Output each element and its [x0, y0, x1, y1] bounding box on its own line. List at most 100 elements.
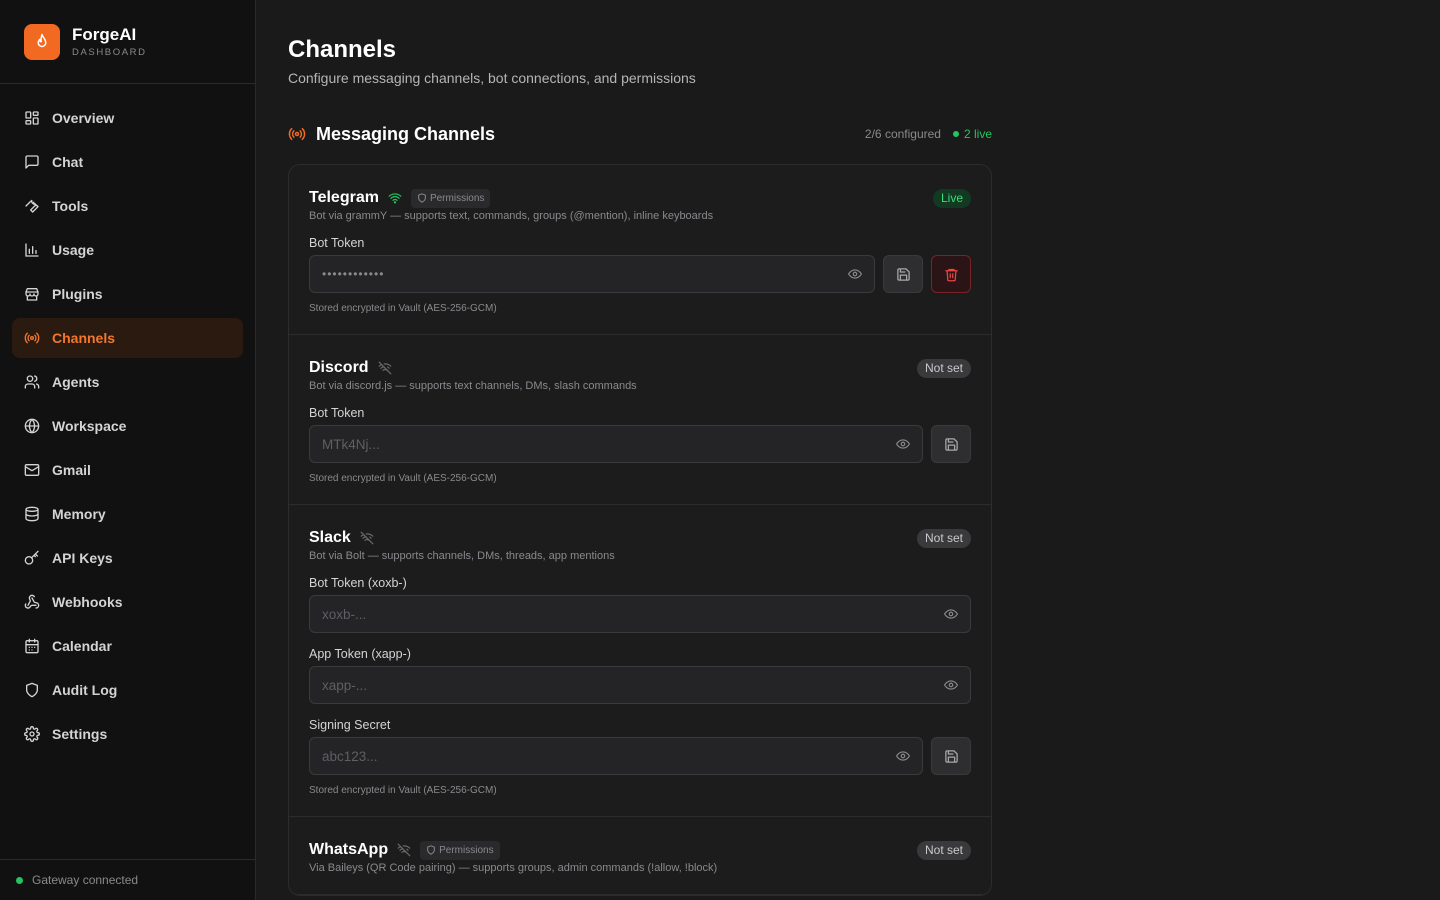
sidebar-item-settings[interactable]: Settings [12, 714, 243, 754]
sidebar-item-label: Workspace [52, 418, 127, 434]
save-icon [944, 437, 958, 451]
save-icon [896, 267, 910, 281]
sidebar-item-label: Tools [52, 198, 89, 214]
channel-telegram: Telegram Permissions Live Bot via grammY… [289, 165, 991, 335]
sidebar-item-plugins[interactable]: Plugins [12, 274, 243, 314]
status-badge: Not set [916, 358, 971, 378]
sidebar-item-label: Settings [52, 726, 108, 742]
token-placeholder: MTk4Nj... [322, 436, 380, 452]
channel-description: Bot via grammY — supports text, commands… [309, 210, 714, 222]
telegram-bot-token-input[interactable]: •••••••••••• [309, 255, 875, 293]
status-badge: Live [932, 188, 971, 208]
sidebar-item-label: Memory [52, 506, 106, 522]
sidebar-item-gmail[interactable]: Gmail [12, 450, 243, 490]
gateway-status-text: Gateway connected [32, 873, 139, 887]
sidebar-item-label: Usage [52, 242, 95, 258]
sidebar-item-workspace[interactable]: Workspace [12, 406, 243, 446]
mail-icon [24, 464, 40, 476]
sidebar-item-label: API Keys [52, 550, 113, 566]
sidebar-item-label: Plugins [52, 286, 103, 302]
live-count-text: 2 live [963, 127, 992, 141]
sidebar-item-label: Audit Log [52, 682, 118, 698]
page-subtitle: Configure messaging channels, bot connec… [288, 70, 696, 86]
sidebar-item-agents[interactable]: Agents [12, 362, 243, 402]
users-icon [24, 375, 40, 389]
live-count: 2 live [952, 127, 992, 141]
section-meta: 2/6 configured 2 live [865, 127, 992, 141]
wifi-off-icon [378, 361, 391, 375]
chat-icon [25, 155, 39, 169]
storage-note: Stored encrypted in Vault (AES-256-GCM) [309, 785, 497, 796]
channel-description: Bot via Bolt — supports channels, DMs, t… [309, 550, 615, 562]
grid-icon [25, 111, 39, 125]
brand: ForgeAI DASHBOARD [0, 0, 255, 84]
save-button[interactable] [931, 737, 971, 775]
storage-note: Stored encrypted in Vault (AES-256-GCM) [309, 473, 497, 484]
main-content: Channels Configure messaging channels, b… [256, 0, 1440, 900]
sidebar-item-label: Agents [52, 374, 100, 390]
eye-icon[interactable] [896, 749, 910, 763]
sidebar-item-chat[interactable]: Chat [12, 142, 243, 182]
shield-icon [418, 193, 426, 203]
sidebar-item-memory[interactable]: Memory [12, 494, 243, 534]
sidebar-item-tools[interactable]: Tools [12, 186, 243, 226]
section-title: Messaging Channels [316, 123, 496, 144]
save-button[interactable] [883, 255, 923, 293]
sidebar-item-label: Gmail [52, 462, 91, 478]
token-placeholder: xoxb-... [322, 606, 367, 622]
channel-name: Discord [309, 359, 369, 376]
bar-chart-icon [25, 243, 39, 257]
calendar-icon [25, 638, 39, 654]
eye-icon[interactable] [848, 267, 862, 281]
slack-bot-token-input[interactable]: xoxb-... [309, 595, 971, 633]
permissions-button[interactable]: Permissions [420, 840, 500, 860]
gateway-status: Gateway connected [0, 859, 255, 900]
sidebar-item-channels[interactable]: Channels [12, 318, 243, 358]
flame-logo-icon [24, 23, 60, 60]
channel-discord: Discord Not set Bot via discord.js — sup… [289, 335, 991, 505]
sidebar-item-overview[interactable]: Overview [12, 98, 243, 138]
eye-icon[interactable] [944, 678, 958, 692]
wrench-icon [25, 199, 39, 213]
field-label: Bot Token (xoxb-) [309, 576, 407, 590]
live-dot-icon [952, 131, 959, 137]
sidebar-item-usage[interactable]: Usage [12, 230, 243, 270]
sidebar-item-calendar[interactable]: Calendar [12, 626, 243, 666]
token-value: •••••••••••• [322, 267, 385, 281]
delete-button[interactable] [931, 255, 971, 293]
sidebar-item-label: Webhooks [52, 594, 123, 610]
storage-note: Stored encrypted in Vault (AES-256-GCM) [309, 303, 497, 314]
permissions-label: Permissions [439, 844, 494, 856]
globe-icon [24, 418, 40, 434]
sidebar: ForgeAI DASHBOARD Overview Chat Tools Us… [0, 0, 256, 900]
sidebar-nav: Overview Chat Tools Usage Plugins Channe… [0, 84, 255, 754]
sidebar-item-label: Overview [52, 110, 115, 126]
slack-signing-secret-input[interactable]: abc123... [309, 737, 923, 775]
field-label: Bot Token [309, 236, 365, 250]
permissions-button[interactable]: Permissions [410, 188, 491, 208]
brand-subtitle: DASHBOARD [72, 47, 147, 58]
radio-icon [288, 127, 306, 141]
sidebar-item-label: Channels [52, 330, 116, 346]
sidebar-item-webhooks[interactable]: Webhooks [12, 582, 243, 622]
field-label: Signing Secret [309, 718, 391, 732]
eye-icon[interactable] [896, 437, 910, 451]
configured-count: 2/6 configured [864, 127, 941, 141]
channel-slack: Slack Not set Bot via Bolt — supports ch… [289, 505, 991, 817]
channel-name: WhatsApp [309, 841, 389, 858]
store-icon [25, 288, 39, 301]
section-header: Messaging Channels 2/6 configured 2 live [288, 122, 992, 146]
discord-bot-token-input[interactable]: MTk4Nj... [309, 425, 923, 463]
token-placeholder: abc123... [322, 748, 378, 764]
gear-icon [24, 726, 40, 742]
shield-icon [427, 845, 435, 855]
sidebar-item-api-keys[interactable]: API Keys [12, 538, 243, 578]
sidebar-item-label: Calendar [52, 638, 112, 654]
eye-icon[interactable] [944, 607, 958, 621]
status-dot-icon [16, 876, 23, 884]
database-icon [25, 506, 39, 522]
wifi-icon [388, 193, 402, 204]
save-button[interactable] [931, 425, 971, 463]
slack-app-token-input[interactable]: xapp-... [309, 666, 971, 704]
sidebar-item-audit-log[interactable]: Audit Log [12, 670, 243, 710]
